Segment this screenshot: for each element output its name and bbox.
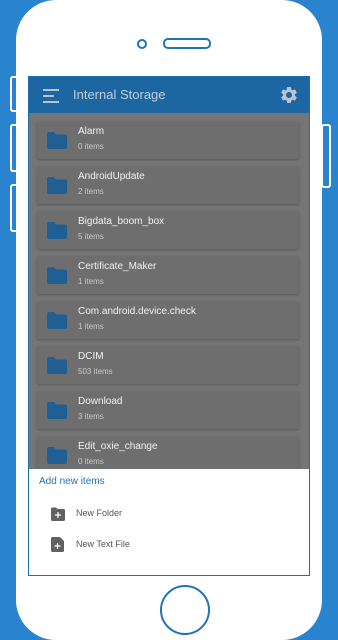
- sheet-title: Add new items: [39, 476, 105, 487]
- new-text-file-label: New Text File: [76, 539, 130, 549]
- folder-item[interactable]: Bigdata_boom_box 5 items: [37, 211, 299, 249]
- folder-item[interactable]: AndroidUpdate 2 items: [37, 166, 299, 204]
- phone-side-button-right: [321, 124, 331, 188]
- folder-name: Com.android.device.check: [78, 306, 196, 317]
- folder-item[interactable]: Edit_oxie_change 0 items: [37, 436, 299, 469]
- new-folder-label: New Folder: [76, 508, 123, 518]
- folder-list: Alarm 0 items AndroidUpdate 2 items Bigd…: [29, 113, 309, 469]
- folder-item-count: 503 items: [78, 367, 113, 376]
- new-text-file-button[interactable]: New Text File: [29, 531, 309, 557]
- add-items-sheet: Add new items New Folder New Text File: [29, 469, 309, 575]
- folder-item[interactable]: DCIM 503 items: [37, 346, 299, 384]
- app-bar: Internal Storage: [29, 77, 309, 113]
- folder-icon: [47, 132, 67, 149]
- folder-name: AndroidUpdate: [78, 171, 145, 182]
- folder-icon: [47, 447, 67, 464]
- folder-icon: [47, 312, 67, 329]
- folder-name: Alarm: [78, 126, 105, 137]
- folder-item[interactable]: Download 3 items: [37, 391, 299, 429]
- folder-icon: [47, 177, 67, 194]
- page-title: Internal Storage: [73, 87, 166, 102]
- hamburger-menu-icon[interactable]: [43, 89, 59, 103]
- folder-item[interactable]: Com.android.device.check 1 items: [37, 301, 299, 339]
- folder-name: Download: [78, 396, 123, 407]
- new-folder-icon: [51, 507, 65, 521]
- folder-name: Certificate_Maker: [78, 261, 157, 272]
- speaker-icon: [163, 38, 211, 49]
- folder-icon: [47, 402, 67, 419]
- home-button[interactable]: [160, 585, 210, 635]
- folder-icon: [47, 357, 67, 374]
- folder-item-count: 0 items: [78, 142, 104, 151]
- gear-icon[interactable]: [279, 85, 299, 105]
- folder-icon: [47, 267, 67, 284]
- folder-name: Bigdata_boom_box: [78, 216, 165, 227]
- folder-item-count: 1 items: [78, 277, 104, 286]
- app-screen: Internal Storage Alarm 0 items AndroidUp…: [28, 76, 310, 576]
- folder-item-count: 0 items: [78, 457, 104, 466]
- folder-item[interactable]: Certificate_Maker 1 items: [37, 256, 299, 294]
- folder-icon: [47, 222, 67, 239]
- folder-item-count: 2 items: [78, 187, 104, 196]
- new-text-file-icon: [51, 537, 64, 552]
- new-folder-button[interactable]: New Folder: [29, 500, 309, 526]
- folder-item-count: 1 items: [78, 322, 104, 331]
- folder-item-count: 3 items: [78, 412, 104, 421]
- folder-name: DCIM: [78, 351, 104, 362]
- folder-item[interactable]: Alarm 0 items: [37, 121, 299, 159]
- folder-name: Edit_oxie_change: [78, 441, 158, 452]
- folder-item-count: 5 items: [78, 232, 104, 241]
- camera-icon: [137, 39, 147, 49]
